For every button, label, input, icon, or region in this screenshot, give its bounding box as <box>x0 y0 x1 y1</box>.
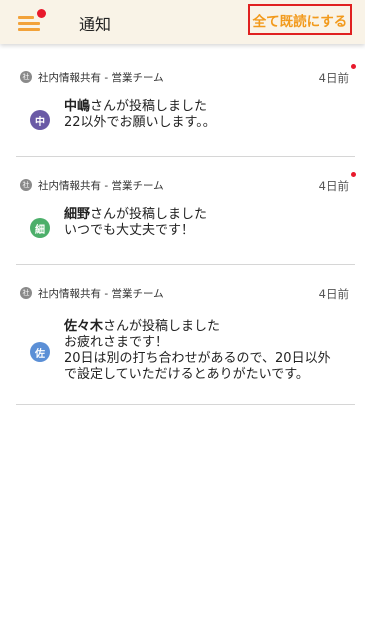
menu-badge <box>37 9 46 18</box>
page-title: 通知 <box>79 15 112 34</box>
divider <box>16 156 355 157</box>
avatar: 細 <box>30 218 50 238</box>
hamburger-menu-icon-bar <box>18 28 40 31</box>
channel-name: 社内情報共有 - 営業チーム <box>38 71 164 84</box>
channel-name: 社内情報共有 - 営業チーム <box>38 179 164 192</box>
notification-item[interactable]: 社 社内情報共有 - 営業チーム 4日前 細 細野さんが投稿しました いつでも大… <box>16 172 356 266</box>
avatar: 中 <box>30 110 50 130</box>
notification-body: 佐々木さんが投稿しました お疲れさまです！ 20日は別の打ち合わせがあるので、2… <box>64 319 354 383</box>
channel-name: 社内情報共有 - 営業チーム <box>38 287 164 300</box>
notification-message: いつでも大丈夫です！ <box>64 223 195 238</box>
notification-meta: 社 社内情報共有 - 営業チーム <box>20 286 164 300</box>
menu-button[interactable] <box>16 8 46 36</box>
hamburger-menu-icon-bar <box>18 22 40 25</box>
app-header: 通知 全て既読にする <box>0 0 365 44</box>
notification-body: 細野さんが投稿しました いつでも大丈夫です！ <box>64 207 354 239</box>
unread-dot <box>351 172 356 177</box>
notification-item[interactable]: 社 社内情報共有 - 営業チーム 4日前 佐 佐々木さんが投稿しました お疲れさ… <box>16 286 355 408</box>
notification-action: さんが投稿しました <box>90 207 208 222</box>
divider <box>16 264 355 265</box>
notification-body: 中嶋さんが投稿しました 22以外でお願いします。。 <box>64 99 354 131</box>
notification-action: さんが投稿しました <box>103 319 221 334</box>
notification-message-line: お疲れさまです！ <box>64 335 169 350</box>
author-name: 中嶋 <box>64 99 91 114</box>
author-name: 細野 <box>64 207 91 222</box>
notification-message-line: で設定していただけるとありがたいです。 <box>64 367 309 382</box>
channel-icon: 社 <box>20 71 32 83</box>
notification-message: 22以外でお願いします。。 <box>64 115 216 130</box>
channel-icon: 社 <box>20 287 32 299</box>
notification-message-line: 20日は別の打ち合わせがあるので、20日以外 <box>64 351 331 366</box>
notification-time: 4日前 <box>318 179 349 193</box>
notification-time: 4日前 <box>318 71 349 85</box>
divider <box>16 404 355 405</box>
mark-all-read-button[interactable]: 全て既読にする <box>248 4 352 35</box>
avatar: 佐 <box>30 342 50 362</box>
notification-item[interactable]: 社 社内情報共有 - 営業チーム 4日前 中 中嶋さんが投稿しました 22以外で… <box>16 64 356 158</box>
notification-meta: 社 社内情報共有 - 営業チーム <box>20 70 164 84</box>
notification-meta: 社 社内情報共有 - 営業チーム <box>20 178 164 192</box>
unread-dot <box>351 64 356 69</box>
hamburger-menu-icon <box>18 16 34 19</box>
author-name: 佐々木 <box>64 319 104 334</box>
notification-action: さんが投稿しました <box>90 99 208 114</box>
channel-icon: 社 <box>20 179 32 191</box>
notification-time: 4日前 <box>318 287 349 301</box>
